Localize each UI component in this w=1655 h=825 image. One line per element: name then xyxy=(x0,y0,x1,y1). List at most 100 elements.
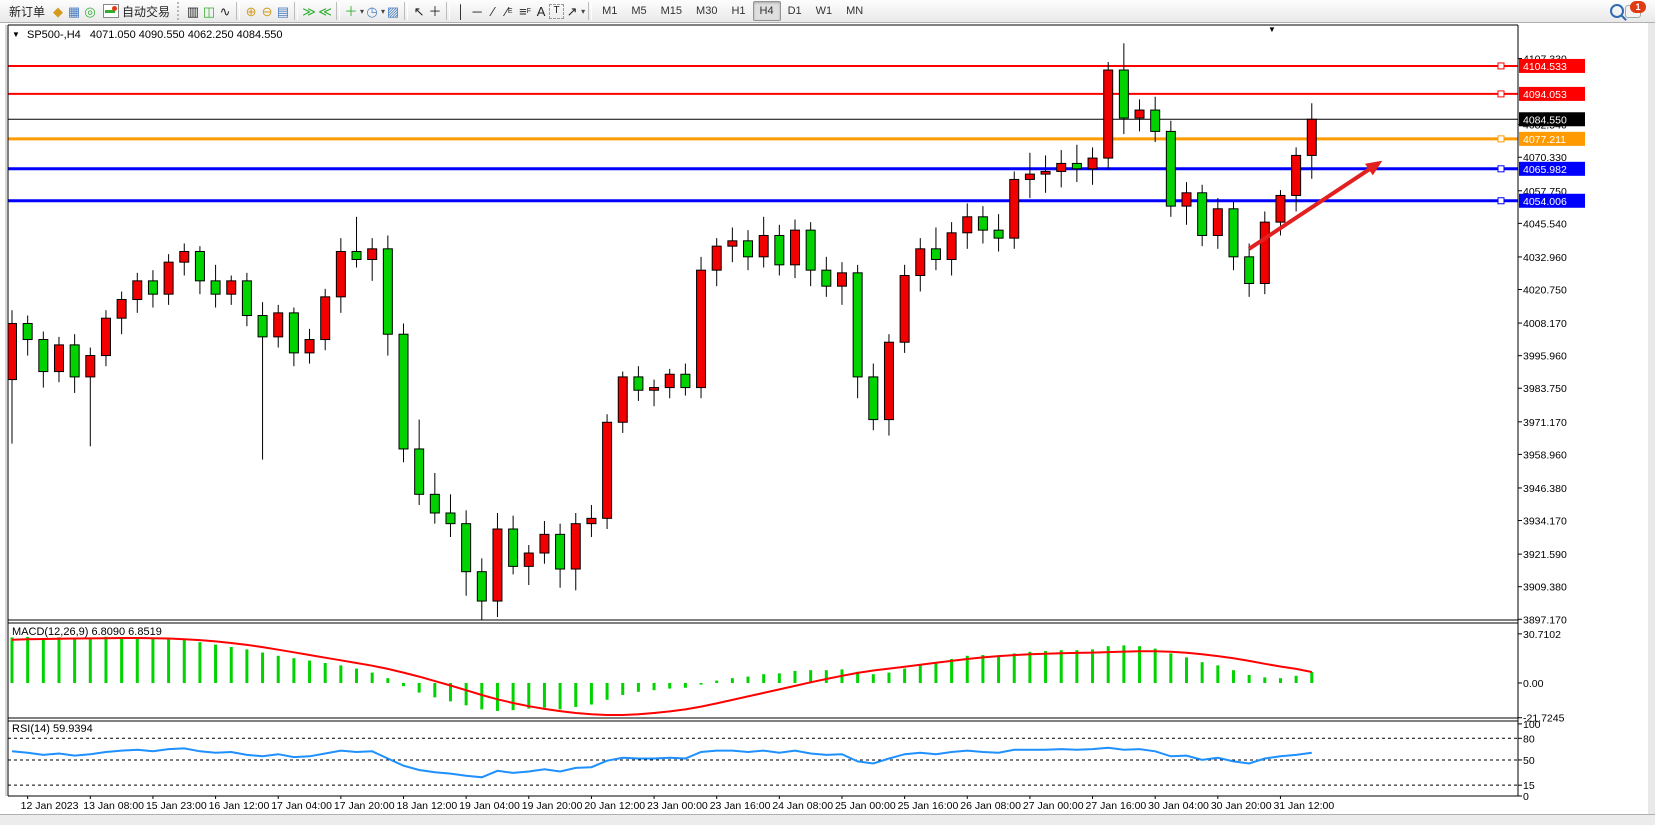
price-badge-label: 4054.006 xyxy=(1523,196,1567,208)
x-axis-label: 20 Jan 12:00 xyxy=(584,800,645,812)
fibonacci-icon[interactable]: ≡F xyxy=(517,3,533,19)
x-axis-label: 23 Jan 16:00 xyxy=(710,800,771,812)
chart-ohlc-values: 4071.050 4090.550 4062.250 4084.550 xyxy=(90,29,283,41)
x-axis-label: 19 Jan 20:00 xyxy=(522,800,583,812)
arrows-dropdown-arrow[interactable]: ▾ xyxy=(581,7,585,16)
hline-anchor-handle[interactable] xyxy=(1498,136,1504,142)
candle xyxy=(1166,121,1175,217)
notifications-button[interactable]: 1 xyxy=(1625,3,1641,19)
chart-symbol-period: SP500-,H4 xyxy=(27,29,81,41)
price-tick-label: 3983.750 xyxy=(1523,383,1567,395)
price-tick-label: 3909.380 xyxy=(1523,582,1567,594)
timeframe-h1[interactable]: H1 xyxy=(724,1,752,21)
templates-icon[interactable]: ▨ xyxy=(385,3,401,19)
autotrade-button[interactable]: 自动交易 xyxy=(98,0,175,22)
chart-title: ▼ SP500-,H4 4071.050 4090.550 4062.250 4… xyxy=(12,29,283,41)
signal-icon[interactable]: ◎ xyxy=(82,3,98,19)
bar-chart-icon[interactable]: ▥ xyxy=(185,3,201,19)
crosshair-icon[interactable]: ＋ xyxy=(427,3,443,19)
candle xyxy=(1010,171,1019,248)
auto-scroll-icon[interactable]: ≫ xyxy=(301,3,317,19)
timeframe-m30[interactable]: M30 xyxy=(689,1,724,21)
notification-badge: 1 xyxy=(1630,1,1646,13)
x-axis-label: 17 Jan 20:00 xyxy=(334,800,395,812)
rsi-tick-label: 0 xyxy=(1523,791,1529,803)
text-icon[interactable]: A xyxy=(533,3,549,19)
candlestick-chart-icon[interactable]: ◫ xyxy=(201,3,217,19)
price-tick-label: 4045.540 xyxy=(1523,218,1567,230)
rsi-tick-label: 50 xyxy=(1523,755,1535,767)
new-order-label: 新订单 xyxy=(9,3,45,20)
hline-anchor-handle[interactable] xyxy=(1498,166,1504,172)
x-axis-label: 13 Jan 08:00 xyxy=(83,800,144,812)
equidistant-channel-icon[interactable]: ∕E xyxy=(501,3,517,19)
x-axis-label: 15 Jan 23:00 xyxy=(146,800,207,812)
trendline-icon[interactable]: ∕ xyxy=(485,3,501,19)
x-axis-label: 26 Jan 08:00 xyxy=(960,800,1021,812)
price-badge-label: 4065.982 xyxy=(1523,164,1567,176)
vertical-line-icon[interactable]: │ xyxy=(453,3,469,19)
window-menu-arrow[interactable]: ▼ xyxy=(1268,25,1276,34)
autotrade-chart-icon xyxy=(103,4,119,18)
macd-tick-label: 0.00 xyxy=(1523,678,1544,690)
chart-dropdown-icon[interactable]: ▼ xyxy=(12,30,20,39)
hline-anchor-handle[interactable] xyxy=(1498,198,1504,204)
timeframe-m1[interactable]: M1 xyxy=(595,1,624,21)
candle xyxy=(1260,211,1269,294)
candle xyxy=(603,414,612,529)
new-order-button[interactable]: 新订单 xyxy=(4,0,50,22)
status-bar xyxy=(0,814,1655,825)
candle xyxy=(900,265,909,353)
x-axis-label: 30 Jan 20:00 xyxy=(1211,800,1272,812)
toolbar-separator xyxy=(446,2,450,20)
timeframe-d1[interactable]: D1 xyxy=(781,1,809,21)
zoom-in-icon[interactable]: ⊕ xyxy=(243,3,259,19)
timeframe-w1[interactable]: W1 xyxy=(809,1,840,21)
price-badge-label: 4094.053 xyxy=(1523,89,1567,101)
timeframe-h4[interactable]: H4 xyxy=(753,1,781,21)
price-tick-label: 3897.170 xyxy=(1523,614,1567,626)
x-axis-label: 30 Jan 04:00 xyxy=(1148,800,1209,812)
indicators-icon[interactable]: ＋ xyxy=(343,3,359,19)
rsi-tick-label: 100 xyxy=(1523,719,1541,731)
x-axis-label: 23 Jan 00:00 xyxy=(647,800,708,812)
line-chart-icon[interactable]: ∿ xyxy=(217,3,233,19)
computer-icon[interactable]: ▦ xyxy=(66,3,82,19)
price-badge-label: 4104.533 xyxy=(1523,61,1567,73)
price-badge-label: 4077.211 xyxy=(1523,134,1566,146)
x-axis-label: 25 Jan 00:00 xyxy=(835,800,896,812)
timeframe-m15[interactable]: M15 xyxy=(654,1,689,21)
toolbar-separator xyxy=(294,2,298,20)
chart-shift-icon[interactable]: ≪ xyxy=(317,3,333,19)
hline-anchor-handle[interactable] xyxy=(1498,63,1504,69)
timeframe-mn[interactable]: MN xyxy=(839,1,870,21)
x-axis-label: 12 Jan 2023 xyxy=(21,800,79,812)
x-axis-label: 17 Jan 04:00 xyxy=(271,800,332,812)
x-axis-label: 27 Jan 16:00 xyxy=(1086,800,1147,812)
macd-tick-label: 30.7102 xyxy=(1523,629,1561,641)
rsi-tick-label: 80 xyxy=(1523,733,1535,745)
price-tick-label: 3971.170 xyxy=(1523,417,1567,429)
price-tick-label: 4032.960 xyxy=(1523,252,1567,264)
text-label-icon[interactable]: T xyxy=(549,4,564,19)
gold-coins-icon[interactable]: ◆ xyxy=(50,3,66,19)
price-tick-label: 3995.960 xyxy=(1523,351,1567,363)
candle xyxy=(697,257,706,398)
autotrade-label: 自动交易 xyxy=(122,3,170,20)
main-toolbar: 新订单 ◆ ▦ ◎ 自动交易 ▥ ◫ ∿ ⊕ ⊖ ▤ ≫ ≪ ＋▾ ◷▾ ▨ ↖… xyxy=(0,0,1655,23)
hline-anchor-handle[interactable] xyxy=(1498,91,1504,97)
tile-windows-icon[interactable]: ▤ xyxy=(275,3,291,19)
cursor-icon[interactable]: ↖ xyxy=(411,3,427,19)
x-axis-label: 16 Jan 12:00 xyxy=(209,800,270,812)
chart-canvas[interactable]: 4107.3304082.5404070.3304057.7504045.540… xyxy=(0,0,1655,824)
price-tick-label: 3921.590 xyxy=(1523,549,1567,561)
horizontal-line-icon[interactable]: ─ xyxy=(469,3,485,19)
zoom-out-icon[interactable]: ⊖ xyxy=(259,3,275,19)
search-icon[interactable] xyxy=(1609,3,1625,19)
timeframe-group: M1M5M15M30H1H4D1W1MN xyxy=(595,1,870,21)
candle xyxy=(1104,62,1113,169)
arrows-tool-icon[interactable]: ↗ xyxy=(564,3,580,19)
x-axis-label: 25 Jan 16:00 xyxy=(898,800,959,812)
periods-clock-icon[interactable]: ◷ xyxy=(364,3,380,19)
timeframe-m5[interactable]: M5 xyxy=(624,1,653,21)
